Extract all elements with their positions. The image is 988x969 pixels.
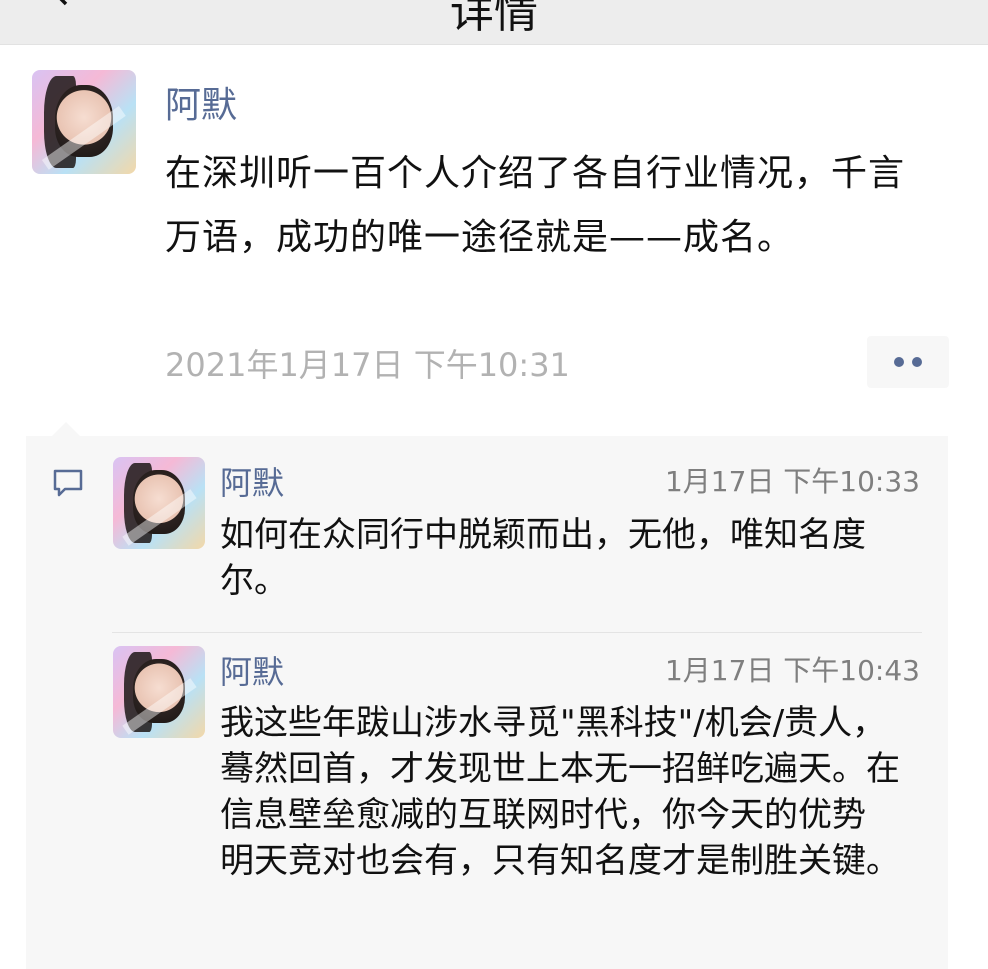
comment-divider [112, 632, 922, 633]
comment-icon [53, 469, 83, 497]
post-timestamp: 2021年1月17日 下午10:31 [165, 346, 570, 384]
comment-text: 如何在众同行中脱颖而出，无他，唯知名度尔。 [220, 515, 866, 601]
more-dots-icon [912, 357, 922, 367]
author-avatar[interactable] [32, 70, 136, 174]
comment-author-name[interactable]: 阿默 [220, 458, 284, 504]
post-text: 在深圳听一百个人介绍了各自行业情况，千言万语，成功的唯一途径就是——成名。 [165, 153, 906, 258]
more-button[interactable] [867, 336, 949, 388]
comment-text: 我这些年跋山涉水寻觅"黑科技"/机会/贵人，蓦然回首，才发现世上本无一招鲜吃遍天… [220, 703, 900, 881]
page-title: 详情 [450, 0, 538, 38]
comment-avatar[interactable] [113, 457, 205, 549]
comment-avatar[interactable] [113, 646, 205, 738]
comment-timestamp: 1月17日 下午10:43 [664, 654, 920, 687]
comment-area-pointer [52, 422, 80, 436]
post-author-name[interactable]: 阿默 [165, 76, 237, 128]
more-dots-icon [894, 357, 904, 367]
nav-bar: 详情 [0, 0, 988, 45]
comment-timestamp: 1月17日 下午10:33 [664, 465, 920, 498]
comment-author-name[interactable]: 阿默 [220, 647, 284, 693]
